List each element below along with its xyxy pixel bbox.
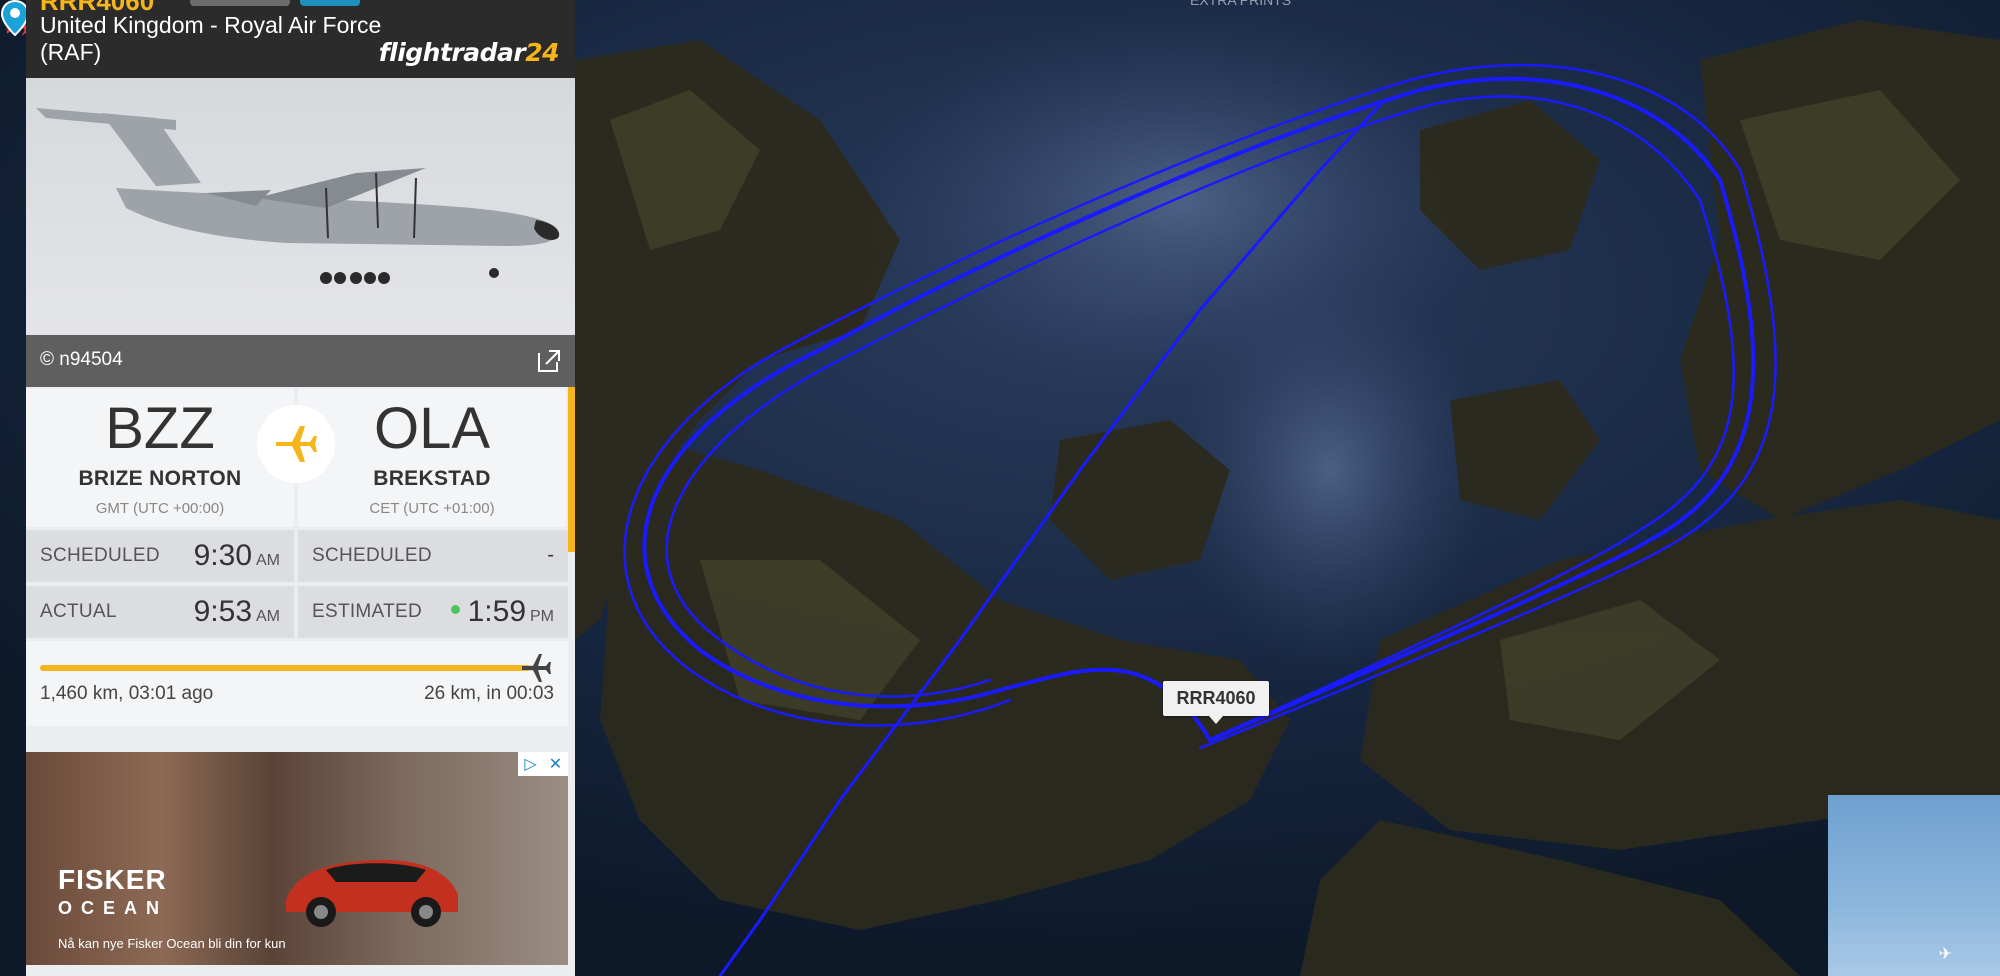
origin-scheduled-value: 9:30 AM [193, 539, 280, 572]
origin-scheduled-cell: SCHEDULED 9:30 AM [26, 530, 294, 582]
airplane-icon [276, 426, 317, 462]
external-link-icon[interactable] [535, 347, 563, 375]
flight-info-panel: RRR4060 United Kingdom - Royal Air Force… [26, 0, 575, 976]
origin-actual-value: 9:53 AM [193, 595, 280, 628]
distance-remaining: 26 km, in 00:03 [424, 683, 554, 704]
scheduled-row: SCHEDULED 9:30 AM SCHEDULED - [26, 530, 568, 582]
aircraft-photo-image [36, 108, 560, 284]
origin-actual-label: ACTUAL [40, 601, 117, 622]
flight-number-badge [190, 0, 290, 6]
progress-track [40, 665, 540, 671]
flightradar24-logo: flightradar24 [378, 38, 560, 67]
aircraft-small-icon: ✈ [1938, 946, 1952, 963]
destination-iata: OLA [373, 396, 491, 461]
photo-credit: © n94504 [40, 349, 123, 370]
close-icon[interactable]: ✕ [543, 752, 568, 776]
origin-scheduled-label: SCHEDULED [40, 545, 160, 566]
panel-header: RRR4060 United Kingdom - Royal Air Force… [26, 0, 575, 78]
aircraft-callsign-label[interactable]: RRR4060 [1163, 681, 1269, 724]
panel-scroll-indicator[interactable] [568, 387, 575, 552]
airline-name: United Kingdom - Royal Air Force (RAF) [40, 12, 382, 65]
3d-view-thumbnail[interactable]: ✈ [1828, 795, 2000, 976]
ad-tagline: Nå kan nye Fisker Ocean bli din for kun [58, 936, 286, 951]
distance-flown: 1,460 km, 03:01 ago [40, 683, 214, 704]
aircraft-type-badge [300, 0, 360, 6]
ad-car-image [286, 860, 458, 927]
origin-airport[interactable]: BZZ BRIZE NORTON GMT (UTC +00:00) [26, 389, 294, 527]
actual-row: ACTUAL 9:53 AM ESTIMATED 1:59 PM [26, 586, 568, 638]
photo-credit-bar: © n94504 [26, 335, 575, 387]
destination-scheduled-label: SCHEDULED [312, 545, 432, 566]
destination-city: BREKSTAD [373, 467, 491, 490]
advertisement[interactable]: FISKER OCEAN Nå kan nye Fisker Ocean bli… [26, 752, 568, 965]
route-airplane-badge [257, 405, 335, 483]
ad-brand: FISKER [58, 864, 167, 895]
flight-progress: 1,460 km, 03:01 ago 26 km, in 00:03 [26, 641, 568, 726]
ad-choices-icon[interactable]: ▷ [518, 752, 543, 776]
origin-city: BRIZE NORTON [78, 467, 242, 490]
map-place-label: EXTRA PRINTS [1190, 0, 1292, 8]
status-dot-icon [450, 604, 460, 614]
destination-estimated-cell: ESTIMATED 1:59 PM [298, 586, 568, 638]
progress-airplane-icon [522, 654, 551, 682]
destination-scheduled-value: - [547, 544, 554, 566]
ad-controls: ▷ ✕ [518, 752, 568, 776]
destination-scheduled-cell: SCHEDULED - [298, 530, 568, 582]
ad-model: OCEAN [58, 898, 169, 918]
origin-timezone: GMT (UTC +00:00) [95, 500, 225, 517]
destination-estimated-label: ESTIMATED [312, 601, 423, 622]
origin-actual-cell: ACTUAL 9:53 AM [26, 586, 294, 638]
destination-timezone: CET (UTC +01:00) [369, 500, 495, 517]
origin-iata: BZZ [105, 396, 215, 461]
destination-airport[interactable]: OLA BREKSTAD CET (UTC +01:00) [298, 389, 566, 527]
progress-fill [40, 665, 530, 671]
aircraft-photo[interactable] [26, 78, 575, 335]
destination-estimated-value: 1:59 PM [450, 595, 554, 629]
